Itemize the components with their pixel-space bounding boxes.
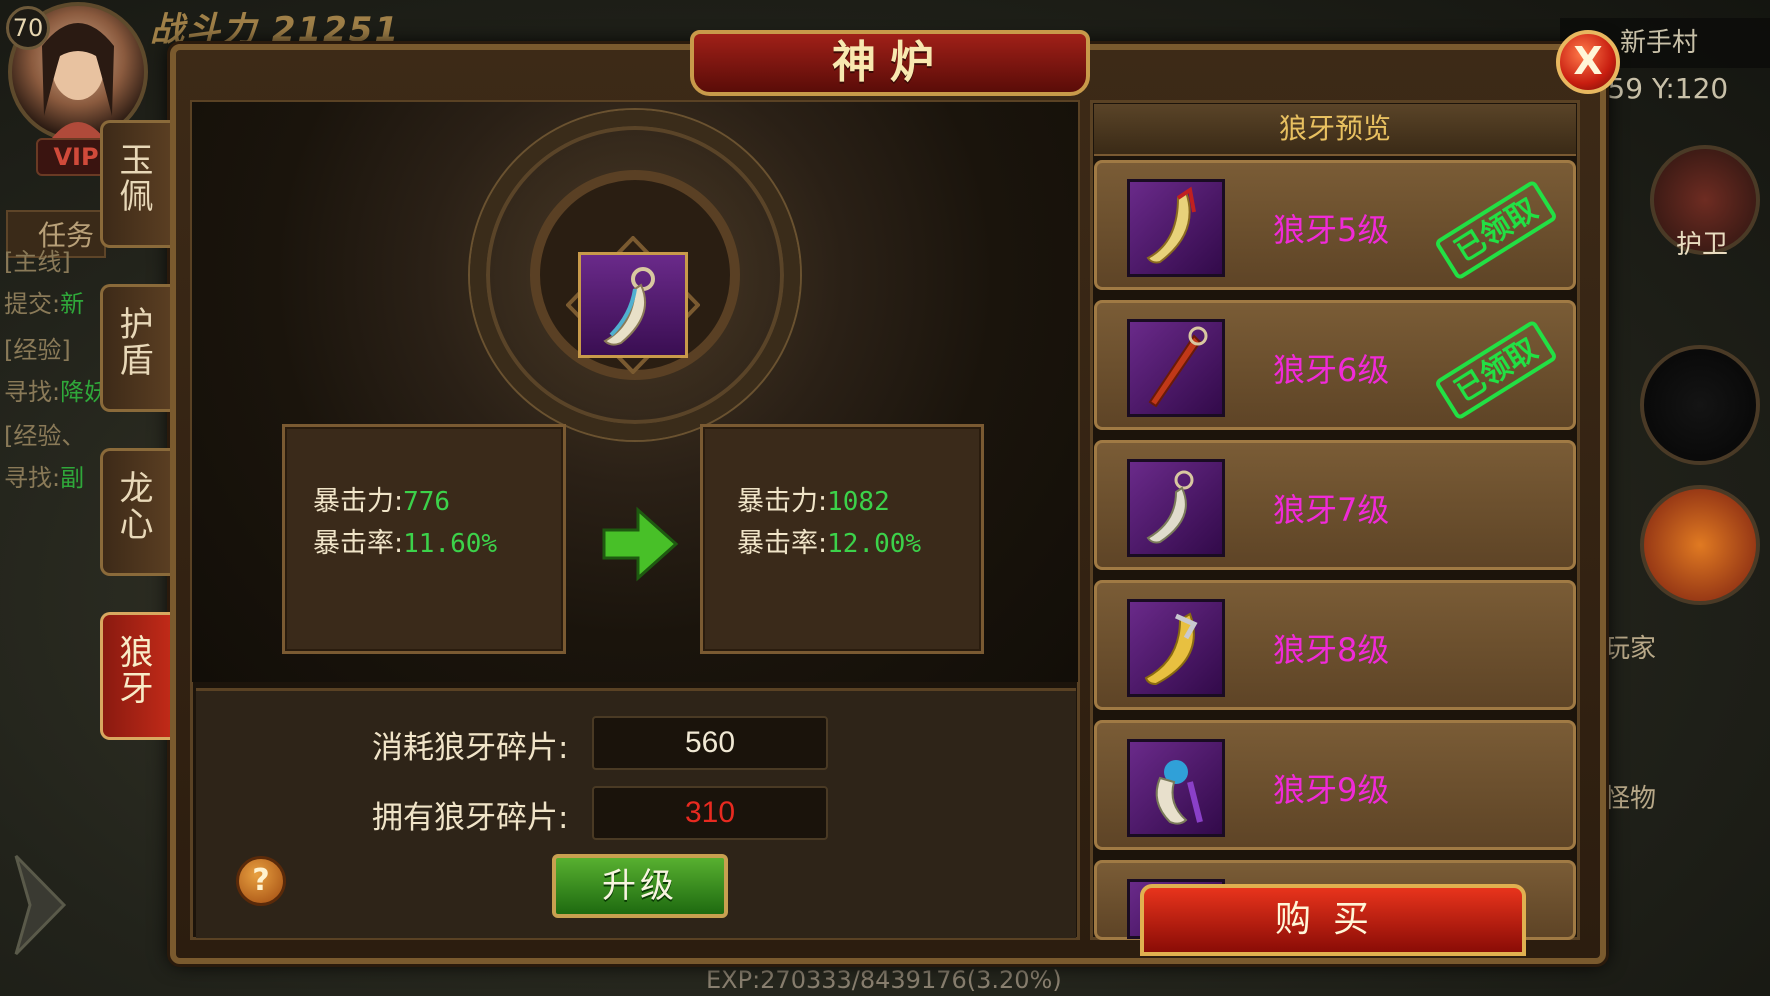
crit-power-value: 1082 [827,487,890,517]
close-button[interactable]: X [1556,30,1620,94]
tab-shield[interactable]: 护盾 [100,284,170,412]
current-crit-rate: 暴击率:11.60% [313,521,497,560]
preview-header: 狼牙预览 [1094,104,1576,156]
tab-label: 龙心 [119,469,154,545]
upgrade-arrow-icon [602,506,679,582]
preview-item-level-5[interactable]: 狼牙5级 已领取 [1094,160,1576,290]
quest-line[interactable]: 寻找:副 [4,458,84,493]
fire-skill-button[interactable] [1640,485,1760,605]
tab-dragon-heart[interactable]: 龙心 [100,448,170,576]
preview-item-level-7[interactable]: 狼牙7级 [1094,440,1576,570]
current-crit-power: 暴击力:776 [313,479,450,518]
tab-label: 玉佩 [119,141,154,217]
consume-fragments-value: 560 [592,716,828,770]
upgrade-button[interactable]: 升级 [552,854,728,918]
tab-wolf-fang[interactable]: 狼牙 [100,612,170,740]
item-name: 狼牙8级 [1273,631,1390,669]
crit-power-label: 暴击力: [313,486,404,517]
skill-slot-empty[interactable] [1640,345,1760,465]
owned-fragments-value: 310 [592,786,828,840]
exp-readout: EXP:270333/8439176(3.20%) [706,966,1062,994]
quest-line[interactable]: [经验] [4,330,71,365]
preview-item-level-9[interactable]: 狼牙9级 [1094,720,1576,850]
next-stats-box: 暴击力:1082 暴击率:12.00% [700,424,984,654]
crit-rate-value: 11.60% [403,529,498,559]
expand-arrow-icon[interactable] [10,850,70,960]
item-name: 狼牙6级 [1273,351,1390,389]
preview-item-level-8[interactable]: 狼牙8级 [1094,580,1576,710]
window-title: 神炉 [690,30,1090,96]
owned-fragments-label: 拥有狼牙碎片: [372,800,569,836]
wolf-fang-5-icon [1127,179,1225,277]
current-item-slot[interactable] [578,252,688,358]
coordinates-label: :59 Y:120 [1598,72,1729,105]
claimed-stamp: 已领取 [1433,319,1559,421]
next-crit-rate: 暴击率:12.00% [737,521,921,560]
player-target-label[interactable]: 玩家 [1604,628,1656,665]
guard-label: 护卫 [1676,230,1729,260]
item-name: 狼牙7级 [1273,491,1390,529]
wolf-fang-6-icon [1127,319,1225,417]
item-name: 狼牙9级 [1273,771,1390,809]
next-crit-power: 暴击力:1082 [737,479,890,518]
wolf-fang-8-icon [1127,599,1225,697]
crit-rate-label: 暴击率: [737,528,828,559]
crit-rate-value: 12.00% [827,529,922,559]
wolf-fang-9-icon [1127,739,1225,837]
tab-label: 护盾 [119,305,154,381]
player-level-badge: 70 [6,6,50,50]
current-stats-box: 暴击力:776 暴击率:11.60% [282,424,566,654]
item-name: 狼牙5级 [1273,211,1390,249]
help-button[interactable]: ? [236,856,286,906]
consume-fragments-label: 消耗狼牙碎片: [372,730,569,766]
wolf-fang-icon [603,267,655,346]
buy-button[interactable]: 购买 [1140,884,1526,956]
tab-jade-pendant[interactable]: 玉佩 [100,120,170,248]
quest-line[interactable]: 提交:新 [4,284,84,319]
claimed-stamp: 已领取 [1433,179,1559,281]
quest-line[interactable]: [经验、 [4,416,85,451]
monster-target-label[interactable]: 怪物 [1604,778,1656,815]
crit-power-value: 776 [403,487,451,517]
preview-item-level-6[interactable]: 狼牙6级 已领取 [1094,300,1576,430]
crit-power-label: 暴击力: [737,486,828,517]
crit-rate-label: 暴击率: [313,528,404,559]
wolf-fang-7-icon [1127,459,1225,557]
quest-line[interactable]: [主线] [4,242,71,277]
tab-label: 狼牙 [119,633,154,709]
